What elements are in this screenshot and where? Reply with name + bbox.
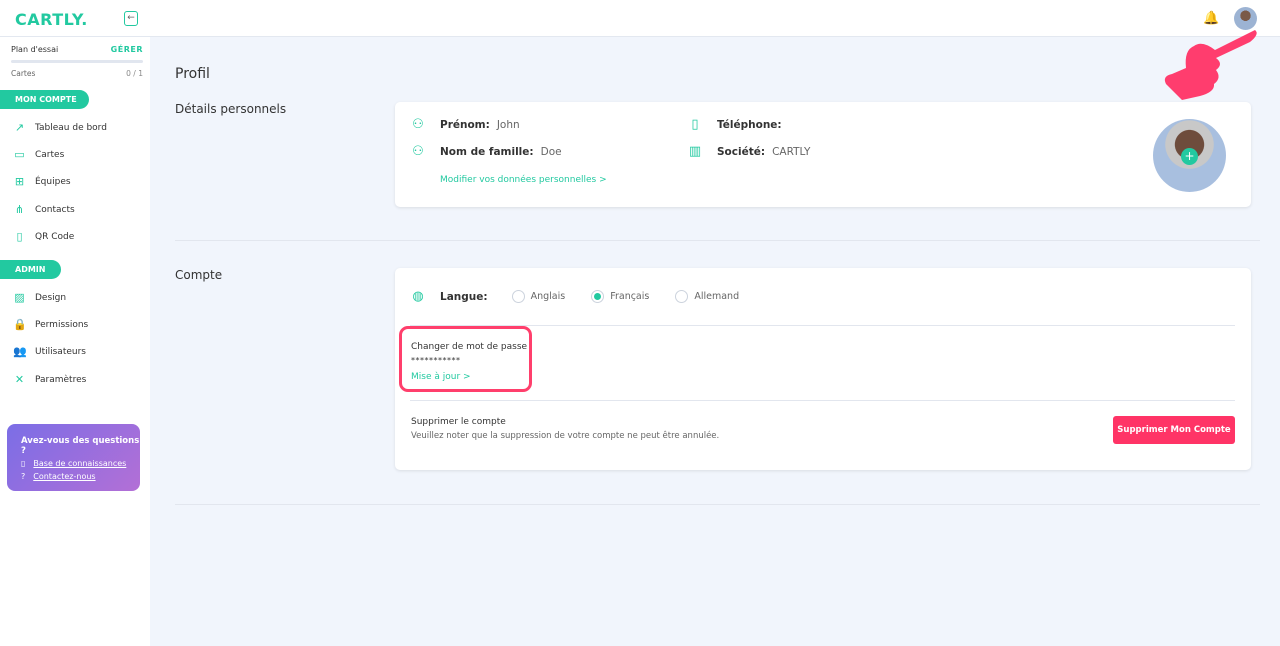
language-option-anglais[interactable]: Anglais bbox=[511, 290, 565, 303]
account-card: ◍ Langue: Anglais Français Allemand Chang… bbox=[395, 268, 1251, 470]
sidebar-item-settings[interactable]: ✕ Paramètres bbox=[13, 373, 86, 386]
delete-account-title: Supprimer le compte bbox=[411, 417, 506, 427]
plan-progress-bar bbox=[11, 60, 143, 63]
delete-account-note: Veuillez noter que la suppression de vot… bbox=[411, 431, 720, 441]
sidebar-item-label: Contacts bbox=[35, 204, 75, 215]
section-mon-compte: MON COMPTE bbox=[0, 90, 89, 109]
account-heading: Compte bbox=[175, 268, 223, 282]
building-icon: ▥ bbox=[688, 144, 702, 159]
manage-plan-link[interactable]: GÉRER bbox=[111, 45, 143, 54]
add-photo-icon[interactable]: + bbox=[1181, 148, 1198, 165]
sidebar-item-label: QR Code bbox=[35, 231, 75, 242]
sidebar-item-qr-code[interactable]: ▯ QR Code bbox=[13, 230, 74, 243]
lock-icon: 🔒 bbox=[13, 318, 27, 331]
book-icon: ▯ bbox=[21, 459, 26, 468]
phone-icon: ▯ bbox=[691, 117, 699, 132]
knowledge-base-link[interactable]: ▯ Base de connaissances bbox=[21, 459, 126, 468]
sidebar-item-cards[interactable]: ▭ Cartes bbox=[13, 148, 64, 161]
personal-details-heading: Détails personnels bbox=[175, 102, 287, 116]
divider bbox=[175, 240, 1260, 241]
sidebar-item-label: Utilisateurs bbox=[35, 346, 86, 357]
cards-count: 0 / 1 bbox=[126, 69, 143, 78]
sidebar-item-label: Équipes bbox=[35, 176, 71, 187]
cards-label: Cartes bbox=[11, 69, 36, 78]
divider bbox=[410, 400, 1235, 401]
card-icon: ▭ bbox=[14, 148, 25, 161]
password-mask: *********** bbox=[411, 356, 461, 365]
sidebar-item-label: Design bbox=[35, 292, 67, 303]
last-name-field: ⚇ Nom de famille: Doe bbox=[410, 144, 561, 159]
update-password-link[interactable]: Mise à jour > bbox=[411, 372, 471, 382]
profile-photo[interactable]: + bbox=[1153, 119, 1226, 192]
language-field: ◍ Langue: Anglais Français Allemand bbox=[410, 289, 765, 304]
top-bar: CARTLY. ← 🔔 bbox=[0, 0, 1280, 37]
plan-label: Plan d'essai bbox=[11, 45, 59, 54]
sidebar-item-contacts[interactable]: ⋔ Contacts bbox=[13, 203, 75, 216]
cartly-logo[interactable]: CARTLY. bbox=[15, 10, 88, 29]
first-name-field: ⚇ Prénom: John bbox=[410, 117, 520, 132]
language-option-francais[interactable]: Français bbox=[591, 290, 649, 303]
change-password-title: Changer de mot de passe bbox=[411, 342, 528, 352]
personal-details-card: ⚇ Prénom: John ⚇ Nom de famille: Doe ▯ Téléph… bbox=[395, 102, 1251, 207]
help-title: Avez-vous des questions ? bbox=[21, 436, 140, 456]
delete-account-button[interactable]: Supprimer Mon Compte bbox=[1113, 416, 1235, 444]
sidebar-item-users[interactable]: 👥 Utilisateurs bbox=[13, 345, 86, 358]
sidebar-item-teams[interactable]: ⊞ Équipes bbox=[13, 175, 71, 188]
phone-icon: ▯ bbox=[16, 230, 23, 243]
company-field: ▥ Société: CARTLY bbox=[688, 144, 811, 159]
section-admin: ADMIN bbox=[0, 260, 61, 279]
page-title: Profil bbox=[175, 66, 210, 82]
collapse-sidebar-icon[interactable]: ← bbox=[124, 11, 138, 26]
question-icon: ? bbox=[21, 472, 26, 481]
users-icon: 👥 bbox=[13, 345, 27, 358]
sidebar-item-permissions[interactable]: 🔒 Permissions bbox=[13, 318, 88, 331]
sidebar-item-label: Paramètres bbox=[35, 374, 87, 385]
sidebar: Plan d'essai GÉRER Cartes 0 / 1 MON COMP… bbox=[0, 37, 150, 646]
help-box: Avez-vous des questions ? ▯ Base de conna… bbox=[7, 424, 140, 491]
folder-icon: ⊞ bbox=[14, 175, 25, 188]
sidebar-item-label: Cartes bbox=[35, 149, 65, 160]
sidebar-item-label: Tableau de bord bbox=[35, 122, 107, 133]
sidebar-item-dashboard[interactable]: ↗ Tableau de bord bbox=[13, 121, 107, 134]
trend-icon: ↗ bbox=[14, 121, 25, 134]
divider bbox=[175, 504, 1260, 505]
user-icon: ⚇ bbox=[412, 117, 424, 132]
divider bbox=[410, 325, 1235, 326]
sidebar-item-design[interactable]: ▨ Design bbox=[13, 291, 66, 304]
user-icon: ⚇ bbox=[412, 144, 424, 159]
share-icon: ⋔ bbox=[14, 203, 25, 216]
pointing-hand-icon bbox=[1164, 30, 1257, 100]
language-option-allemand[interactable]: Allemand bbox=[675, 290, 739, 303]
sidebar-item-label: Permissions bbox=[35, 319, 89, 330]
edit-personal-data-link[interactable]: Modifier vos données personnelles > bbox=[440, 175, 607, 185]
contact-us-link[interactable]: ? Contactez-nous bbox=[21, 472, 96, 481]
image-icon: ▨ bbox=[14, 291, 25, 304]
globe-icon: ◍ bbox=[412, 289, 424, 304]
tools-icon: ✕ bbox=[14, 373, 25, 386]
phone-field: ▯ Téléphone: bbox=[687, 117, 789, 132]
